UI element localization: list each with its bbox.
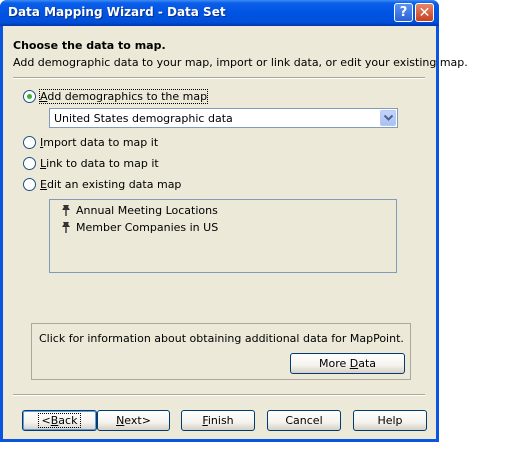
finish-button-label: Finish bbox=[202, 414, 234, 427]
list-item[interactable]: Member Companies in US bbox=[60, 220, 218, 235]
more-data-info-text: Click for information about obtaining ad… bbox=[39, 332, 404, 345]
data-map-list[interactable]: Annual Meeting Locations Member Companie… bbox=[49, 199, 397, 273]
radio-import-data[interactable]: Import data to map it bbox=[23, 134, 158, 150]
list-item[interactable]: Annual Meeting Locations bbox=[60, 203, 218, 218]
next-button-label: Next> bbox=[116, 414, 151, 427]
page-title: Choose the data to map. bbox=[13, 39, 166, 52]
pushpin-icon bbox=[62, 222, 70, 233]
chevron-down-icon[interactable] bbox=[380, 110, 396, 126]
list-item-label: Annual Meeting Locations bbox=[76, 204, 218, 217]
radio-button-icon[interactable] bbox=[23, 156, 36, 170]
more-data-panel: Click for information about obtaining ad… bbox=[31, 323, 411, 380]
header-divider bbox=[13, 77, 425, 79]
demographics-dropdown[interactable]: United States demographic data bbox=[49, 108, 398, 128]
cancel-button-label: Cancel bbox=[285, 414, 323, 427]
footer-divider bbox=[13, 394, 425, 396]
title-bar[interactable]: Data Mapping Wizard - Data Set ? ✕ bbox=[0, 0, 439, 26]
radio-edit-data-map-label: Edit an existing data map bbox=[40, 177, 182, 191]
radio-button-icon[interactable] bbox=[23, 177, 36, 191]
back-button[interactable]: <Back bbox=[22, 410, 97, 431]
dialog-body: Choose the data to map. Add demographic … bbox=[3, 26, 468, 439]
radio-link-data-label: Link to data to map it bbox=[40, 156, 159, 170]
wizard-window: Data Mapping Wizard - Data Set ? ✕ Choos… bbox=[0, 0, 468, 442]
help-button-label: Help bbox=[377, 414, 403, 427]
radio-link-data[interactable]: Link to data to map it bbox=[23, 155, 159, 171]
more-data-button[interactable]: More Data bbox=[290, 353, 405, 374]
back-button-label: <Back bbox=[37, 413, 82, 428]
radio-edit-data-map[interactable]: Edit an existing data map bbox=[23, 176, 181, 192]
close-button[interactable]: ✕ bbox=[415, 3, 434, 22]
radio-button-icon[interactable] bbox=[23, 135, 36, 149]
finish-button[interactable]: Finish bbox=[181, 410, 255, 431]
close-icon: ✕ bbox=[418, 4, 431, 21]
demographics-dropdown-value: United States demographic data bbox=[54, 112, 233, 125]
pushpin-icon bbox=[62, 205, 70, 216]
wizard-header: Choose the data to map. Add demographic … bbox=[3, 26, 468, 79]
page-subtitle: Add demographic data to your map, import… bbox=[13, 56, 468, 69]
window-title: Data Mapping Wizard - Data Set bbox=[8, 5, 226, 19]
list-item-label: Member Companies in US bbox=[76, 221, 219, 234]
help-title-button[interactable]: ? bbox=[394, 3, 413, 22]
question-mark-icon: ? bbox=[399, 5, 408, 20]
radio-button-icon[interactable] bbox=[23, 89, 36, 103]
more-data-button-label: More Data bbox=[318, 357, 377, 370]
radio-add-demographics[interactable]: Add demographics to the map bbox=[23, 88, 209, 104]
help-button[interactable]: Help bbox=[353, 410, 427, 431]
radio-import-data-label: Import data to map it bbox=[40, 135, 159, 149]
radio-add-demographics-label: Add demographics to the map bbox=[38, 88, 209, 104]
cancel-button[interactable]: Cancel bbox=[267, 410, 341, 431]
next-button[interactable]: Next> bbox=[97, 410, 170, 431]
